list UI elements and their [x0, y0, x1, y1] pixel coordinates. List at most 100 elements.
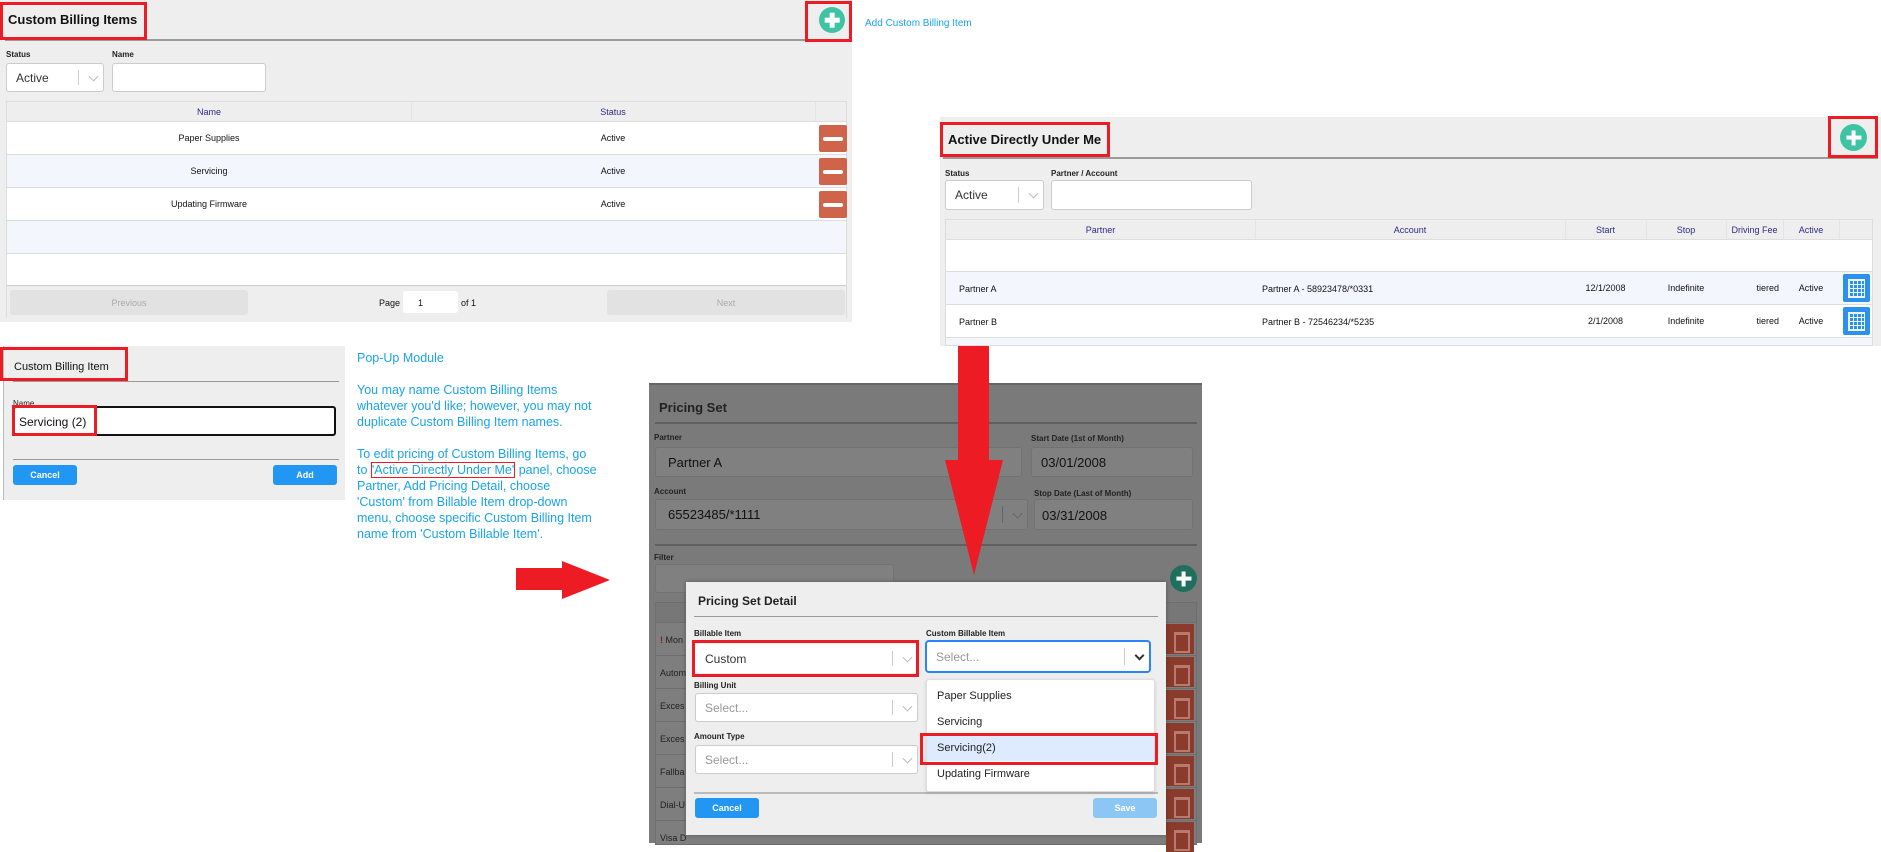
row-active: Active: [1798, 283, 1824, 293]
column-header-start[interactable]: Start: [1565, 225, 1646, 235]
trash-icon[interactable]: [1166, 723, 1194, 753]
table-row[interactable]: Servicing Active: [7, 154, 847, 187]
add-button[interactable]: Add: [273, 465, 337, 485]
name-label: Name: [112, 50, 134, 59]
row-account: Partner B - 72546234/*5235: [1262, 317, 1375, 327]
partner-label: Partner: [654, 433, 683, 442]
previous-button[interactable]: Previous: [10, 290, 248, 315]
annotation-notes: Pop-Up Module You may name Custom Billin…: [357, 350, 597, 542]
status-label: Status: [6, 50, 31, 59]
next-button[interactable]: Next: [607, 290, 845, 315]
filter-label: Filter: [654, 553, 674, 562]
chevron-down-icon: [1012, 508, 1023, 519]
annotation-box: [920, 733, 1158, 765]
remove-item-button[interactable]: [819, 191, 847, 218]
chevron-down-icon: [902, 701, 913, 712]
column-header-active[interactable]: Active: [1783, 225, 1839, 235]
custom-billable-item-select[interactable]: Select...: [926, 641, 1150, 672]
empty-row: [7, 253, 846, 286]
table-row[interactable]: Partner A Partner A - 58923478/*0331 12/…: [946, 271, 1872, 304]
trash-icon[interactable]: [1166, 624, 1194, 654]
arrow-right-icon: [516, 561, 610, 599]
row-fee: tiered: [1756, 316, 1779, 326]
account-value: 65523485/*1111: [668, 507, 761, 522]
dialog-divider: [13, 459, 339, 460]
custom-billable-item-label: Custom Billable Item: [926, 629, 1006, 638]
trash-icon[interactable]: [1166, 657, 1194, 687]
status-select[interactable]: Active: [6, 63, 104, 92]
custom-billing-items-panel: Custom Billing Items Status Name Active …: [0, 0, 852, 322]
empty-row: [7, 220, 846, 253]
trash-icon[interactable]: [1166, 822, 1194, 852]
calendar-icon[interactable]: [1843, 274, 1870, 302]
row-name: Updating Firmware: [170, 199, 248, 209]
billing-unit-select[interactable]: Select...: [695, 693, 918, 722]
row-status: Active: [600, 199, 626, 209]
row-name: Servicing: [190, 166, 228, 176]
annotation-box: [0, 2, 147, 40]
column-header-status[interactable]: Status: [411, 107, 815, 117]
annotation-box: [940, 122, 1110, 157]
billable-item-label: Billable Item: [694, 629, 742, 638]
notes-line: To edit pricing of Custom Billing Items,…: [357, 447, 587, 461]
column-header-partner[interactable]: Partner: [946, 225, 1255, 235]
section-divider: [655, 544, 1197, 546]
status-select[interactable]: Active: [945, 180, 1044, 210]
dialog-divider: [694, 792, 1158, 794]
annotation-box: [805, 1, 852, 42]
stop-date-label: Stop Date (Last of Month): [1034, 489, 1132, 498]
status-label: Status: [945, 169, 970, 178]
notes-text: to: [357, 463, 371, 477]
row-name: Visa D: [660, 833, 687, 843]
amount-type-select[interactable]: Select...: [695, 745, 918, 774]
add-pricing-detail-button[interactable]: [1170, 565, 1197, 592]
option-paper-supplies[interactable]: Paper Supplies: [927, 683, 1154, 709]
notes-line: name from 'Custom Billable Item'.: [357, 527, 544, 541]
row-status: Active: [600, 133, 626, 143]
partner-account-input[interactable]: [1051, 180, 1252, 210]
page-input[interactable]: 1: [403, 291, 458, 313]
notes-heading: Pop-Up Module: [357, 351, 444, 365]
header-divider: [943, 157, 1878, 159]
start-date-input[interactable]: 03/01/2008: [1031, 447, 1193, 477]
row-partner: Partner B: [959, 317, 998, 327]
empty-row: [946, 239, 1872, 271]
name-filter-input[interactable]: [112, 63, 266, 92]
status-select-value: Active: [955, 188, 988, 202]
table-row[interactable]: Partner B Partner B - 72546234/*5235 2/1…: [946, 304, 1872, 337]
chevron-down-icon: [1028, 188, 1039, 199]
chevron-down-icon: [1134, 650, 1145, 661]
annotation-box: [12, 405, 97, 436]
dialog-divider: [13, 381, 339, 382]
table-row[interactable]: Updating Firmware Active: [7, 187, 847, 220]
account-label: Account: [654, 487, 686, 496]
calendar-icon[interactable]: [1843, 307, 1870, 335]
column-header-account[interactable]: Account: [1255, 225, 1565, 235]
add-custom-billing-item-link[interactable]: Add Custom Billing Item: [865, 18, 972, 29]
amount-type-placeholder: Select...: [705, 752, 749, 767]
row-name: Paper Supplies: [178, 133, 240, 143]
save-button[interactable]: Save: [1093, 798, 1157, 818]
stop-date-input[interactable]: 03/31/2008: [1034, 499, 1193, 530]
column-header-stop[interactable]: Stop: [1646, 225, 1726, 235]
notes-line: duplicate Custom Billing Item names.: [357, 415, 563, 429]
row-name: Exces: [660, 701, 685, 711]
partner-value: Partner A: [668, 454, 723, 470]
trash-icon[interactable]: [1166, 789, 1194, 819]
row-status: Active: [600, 166, 626, 176]
table-row[interactable]: Paper Supplies Active: [7, 121, 847, 154]
remove-item-button[interactable]: [819, 158, 847, 185]
trash-icon[interactable]: [1166, 690, 1194, 720]
partner-account-label: Partner / Account: [1051, 169, 1118, 178]
column-header-name[interactable]: Name: [7, 107, 411, 117]
notes-highlight: 'Active Directly Under Me': [370, 462, 516, 478]
option-servicing[interactable]: Servicing: [927, 709, 1154, 735]
partners-table: Partner Account Start Stop Driving Fee A…: [945, 219, 1873, 346]
billing-unit-placeholder: Select...: [705, 700, 749, 715]
remove-item-button[interactable]: [819, 125, 847, 152]
cancel-button[interactable]: Cancel: [13, 465, 77, 485]
cancel-button[interactable]: Cancel: [695, 798, 759, 818]
chevron-down-icon: [88, 71, 99, 82]
column-header-driving-fee[interactable]: Driving Fee: [1726, 225, 1783, 235]
trash-icon[interactable]: [1166, 756, 1194, 786]
